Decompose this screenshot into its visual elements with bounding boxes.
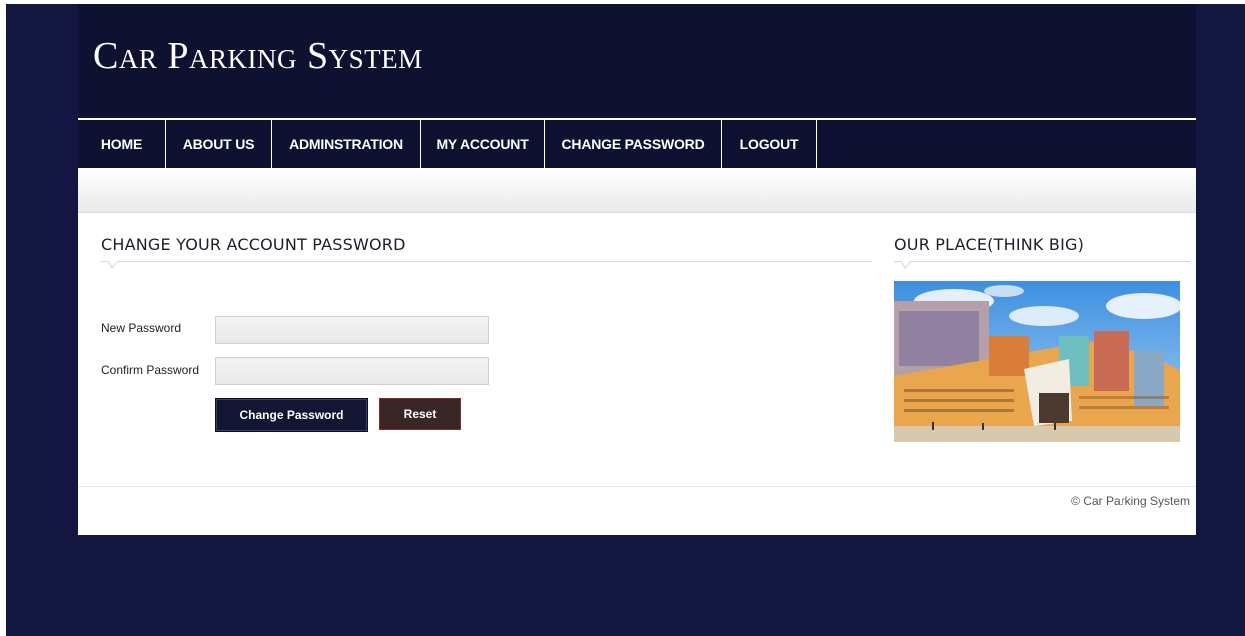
nav-my-account[interactable]: MY ACCOUNT <box>421 120 545 168</box>
nav-about-us[interactable]: ABOUT US <box>166 120 272 168</box>
confirm-password-field[interactable] <box>215 357 489 385</box>
site-title: Car Parking System <box>93 35 423 77</box>
footer-separator <box>1120 490 1122 504</box>
nav-home[interactable]: HOME <box>78 120 166 168</box>
nav-logout[interactable]: LOGOUT <box>722 120 817 168</box>
nav-change-password[interactable]: CHANGE PASSWORD <box>545 120 722 168</box>
confirm-password-label: Confirm Password <box>101 363 200 377</box>
main-nav: HOME ABOUT US ADMINSTRATION MY ACCOUNT C… <box>78 120 1196 168</box>
new-password-field[interactable] <box>215 316 489 344</box>
sidebar-title-notch <box>901 261 911 269</box>
sidebar-title-divider <box>894 261 1190 262</box>
nav-adminstration[interactable]: ADMINSTRATION <box>272 120 421 168</box>
page-wrapper: Car Parking System HOME ABOUT US ADMINST… <box>78 4 1196 535</box>
sidebar-title: OUR PLACE(THINK BIG) <box>894 235 1085 254</box>
footer-divider <box>78 486 1196 487</box>
site-header: Car Parking System <box>78 4 1196 118</box>
sub-header-bar <box>78 168 1196 213</box>
new-password-label: New Password <box>101 321 182 335</box>
page-title: CHANGE YOUR ACCOUNT PASSWORD <box>101 235 406 254</box>
copyright-text: © Car Parking System <box>1071 494 1190 508</box>
title-divider <box>101 261 872 262</box>
campus-building-photo <box>894 281 1180 442</box>
title-notch <box>108 261 118 269</box>
change-password-button[interactable]: Change Password <box>215 398 368 432</box>
reset-button[interactable]: Reset <box>379 398 461 430</box>
